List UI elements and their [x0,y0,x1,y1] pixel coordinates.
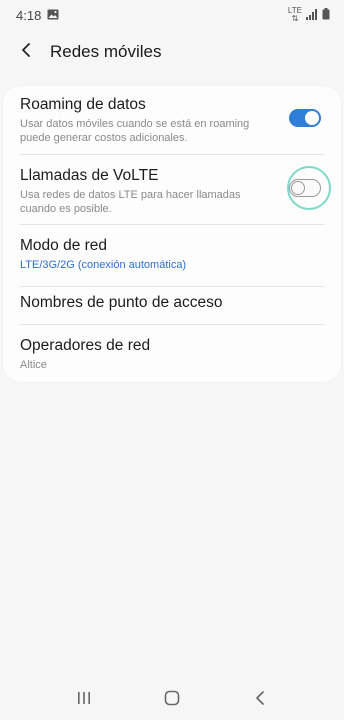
toggle-knob [305,111,319,125]
home-button[interactable] [152,680,192,720]
gallery-icon [47,8,59,23]
network-mode-title: Modo de red [20,237,108,254]
roaming-title: Roaming de datos [20,96,146,113]
status-right: LTE ⇅ [288,7,330,23]
volte-subtitle: Usa redes de datos LTE para hacer llamad… [20,189,241,215]
apn-row[interactable]: Nombres de punto de acceso [3,286,341,324]
network-type-label: LTE [287,6,302,15]
apn-title: Nombres de punto de acceso [20,294,223,311]
operators-subtitle: Altice [20,359,47,371]
volte-title: Llamadas de VoLTE [20,167,159,184]
volte-row[interactable]: Llamadas de VoLTE Usa redes de datos LTE… [3,154,341,224]
home-icon [164,690,180,711]
network-mode-value: LTE/3G/2G (conexión automática) [20,259,187,271]
chevron-left-icon [20,42,32,63]
operators-title: Operadores de red [20,337,151,354]
lte-icon: LTE ⇅ [287,6,302,23]
roaming-subtitle: Usar datos móviles cuando se está en roa… [20,118,250,144]
app-bar: Redes móviles [0,32,344,72]
signal-icon [306,8,318,23]
volte-toggle[interactable] [289,179,321,197]
toggle-knob [291,180,305,195]
status-time: 4:18 [16,7,42,23]
network-mode-row[interactable]: Modo de red LTE/3G/2G (conexión automáti… [3,224,341,286]
roaming-toggle[interactable] [289,109,321,127]
battery-icon [322,7,330,23]
nav-back-button[interactable] [240,680,280,720]
recents-icon [77,691,91,710]
recents-button[interactable] [64,680,104,720]
operators-row[interactable]: Operadores de red Altice [3,324,341,382]
back-icon [255,690,265,711]
status-left: 4:18 [16,8,59,23]
back-button[interactable] [4,32,48,72]
page-title: Redes móviles [50,42,162,61]
status-bar: 4:18 LTE ⇅ [0,0,344,30]
roaming-row[interactable]: Roaming de datos Usar datos móviles cuan… [3,86,341,154]
settings-card: Roaming de datos Usar datos móviles cuan… [3,86,341,382]
navigation-bar [0,680,344,720]
